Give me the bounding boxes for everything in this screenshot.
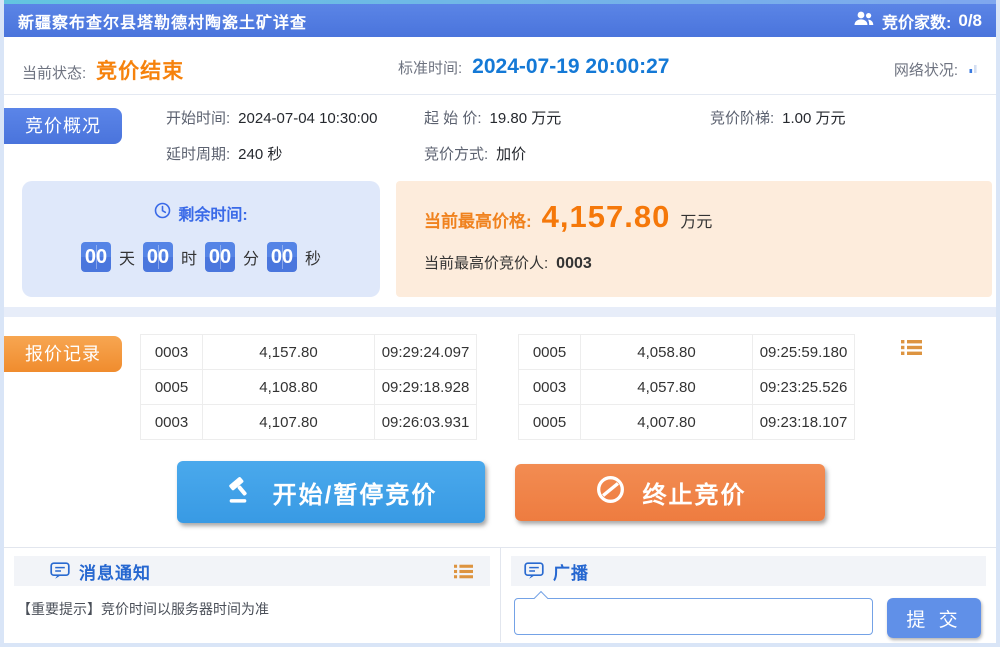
- highest-price-unit: 万元: [680, 208, 712, 232]
- table-row: 0003 4,057.80 09:23:25.526: [519, 370, 855, 405]
- unit-day: 天: [119, 245, 135, 269]
- standard-time-label: 标准时间:: [398, 57, 462, 78]
- countdown-title-row: 剩余时间:: [22, 201, 380, 225]
- notice-list-icon[interactable]: [453, 562, 474, 581]
- start-pause-label: 开始/暂停竞价: [273, 475, 438, 510]
- bid-records-table-left: 0003 4,157.80 09:29:24.097 0005 4,108.80…: [140, 334, 477, 440]
- network-status-group: 网络状况:: [894, 59, 980, 80]
- highest-price-label: 当前最高价格:: [424, 207, 532, 232]
- broadcast-input-row: 提 交: [514, 598, 996, 638]
- notice-title: 消息通知: [79, 559, 151, 584]
- start-pause-bidding-button[interactable]: 开始/暂停竞价: [177, 461, 485, 523]
- unit-minute: 分: [243, 245, 259, 269]
- table-row: 0005 4,058.80 09:25:59.180: [519, 335, 855, 370]
- bid-records-table-right: 0005 4,058.80 09:25:59.180 0003 4,057.80…: [518, 334, 855, 440]
- chat-bubble-icon: [50, 562, 70, 580]
- broadcast-panel: 广播 提 交: [500, 548, 996, 642]
- table-row: 0003 4,157.80 09:29:24.097: [141, 335, 477, 370]
- network-status-label: 网络状况:: [894, 59, 958, 80]
- field-bid-mode: 竞价方式:加价: [424, 143, 710, 164]
- bid-records-section: 报价记录 0003 4,157.80 09:29:24.097 0005 4,1…: [4, 317, 996, 547]
- status-bar: 当前状态: 竞价结束 标准时间: 2024-07-19 20:00:27 网络状…: [4, 37, 996, 95]
- field-start-time: 开始时间:2024-07-04 10:30:00: [166, 107, 424, 128]
- notice-message: 【重要提示】竞价时间以服务器时间为准: [17, 599, 500, 619]
- countdown-days: 00: [81, 242, 111, 272]
- standard-time-group: 标准时间: 2024-07-19 20:00:27: [398, 55, 670, 79]
- bottom-panels: 消息通知 【重要提示】竞价时间以服务器时间为准: [4, 547, 996, 642]
- countdown-hours: 00: [143, 242, 173, 272]
- records-list-icon[interactable]: [900, 337, 923, 363]
- broadcast-title: 广播: [553, 559, 589, 584]
- title-bar: 新疆察布查尔县塔勒德村陶瓷土矿详查 竞价家数: 0/8: [4, 4, 996, 37]
- auction-overview-section: 竞价概况 开始时间:2024-07-04 10:30:00 起 始 价:19.8…: [4, 95, 996, 181]
- standard-time-value: 2024-07-19 20:00:27: [472, 55, 669, 79]
- highest-price-panel: 当前最高价格: 4,157.80 万元 当前最高价竞价人: 0003: [396, 181, 992, 297]
- table-row: 0005 4,007.80 09:23:18.107: [519, 405, 855, 440]
- notice-panel: 消息通知 【重要提示】竞价时间以服务器时间为准: [4, 548, 500, 642]
- table-row: 0003 4,107.80 09:26:03.931: [141, 405, 477, 440]
- clock-icon: [154, 202, 171, 224]
- field-delay-period: 延时周期:240 秒: [166, 143, 424, 164]
- state-value: 竞价结束: [96, 55, 184, 85]
- countdown-minutes: 00: [205, 242, 235, 272]
- signal-icon: [968, 61, 980, 79]
- countdown-panel: 剩余时间: 00 天 00 时 00 分 00 秒: [22, 181, 380, 297]
- highest-bidder-value: 0003: [556, 255, 592, 272]
- table-row: 0005 4,108.80 09:29:18.928: [141, 370, 477, 405]
- countdown-digits: 00 天 00 时 00 分 00 秒: [22, 242, 380, 272]
- highest-price-value: 4,157.80: [542, 199, 671, 235]
- state-label: 当前状态:: [22, 62, 86, 83]
- highest-bidder-label: 当前最高价竞价人:: [424, 255, 548, 272]
- bidder-count-label: 竞价家数:: [882, 9, 951, 33]
- field-start-price: 起 始 价:19.80 万元: [424, 107, 710, 128]
- broadcast-input[interactable]: [514, 598, 873, 635]
- bidder-count-group: 竞价家数: 0/8: [853, 9, 982, 33]
- unit-hour: 时: [181, 245, 197, 269]
- notice-header: 消息通知: [14, 556, 490, 586]
- terminate-bidding-button[interactable]: 终止竞价: [515, 464, 825, 521]
- ban-icon: [594, 473, 627, 513]
- users-icon: [853, 9, 875, 32]
- chat-bubble-icon: [524, 562, 544, 580]
- broadcast-header: 广播: [511, 556, 986, 586]
- overview-section-label: 竞价概况: [4, 108, 122, 144]
- bidder-count-value: 0/8: [958, 11, 982, 31]
- highest-bidder-row: 当前最高价竞价人: 0003: [424, 252, 992, 273]
- info-panels: 剩余时间: 00 天 00 时 00 分 00 秒 当前最高价格: 4,157.…: [4, 181, 996, 297]
- gavel-icon: [225, 474, 257, 511]
- section-divider: [4, 307, 996, 317]
- current-state-group: 当前状态: 竞价结束: [22, 55, 184, 85]
- countdown-title: 剩余时间:: [178, 201, 247, 225]
- submit-button[interactable]: 提 交: [887, 598, 981, 638]
- field-bid-step: 竞价阶梯:1.00 万元: [710, 107, 846, 128]
- overview-fields: 开始时间:2024-07-04 10:30:00 起 始 价:19.80 万元 …: [166, 107, 846, 164]
- records-section-label: 报价记录: [4, 336, 122, 372]
- countdown-seconds: 00: [267, 242, 297, 272]
- highest-price-row: 当前最高价格: 4,157.80 万元: [424, 199, 992, 235]
- page-title: 新疆察布查尔县塔勒德村陶瓷土矿详查: [18, 9, 307, 33]
- auction-window: 新疆察布查尔县塔勒德村陶瓷土矿详查 竞价家数: 0/8 当前状态: 竞价结束 标…: [0, 0, 1000, 647]
- unit-second: 秒: [305, 245, 321, 269]
- spacer: [4, 297, 996, 307]
- terminate-label: 终止竞价: [643, 475, 747, 510]
